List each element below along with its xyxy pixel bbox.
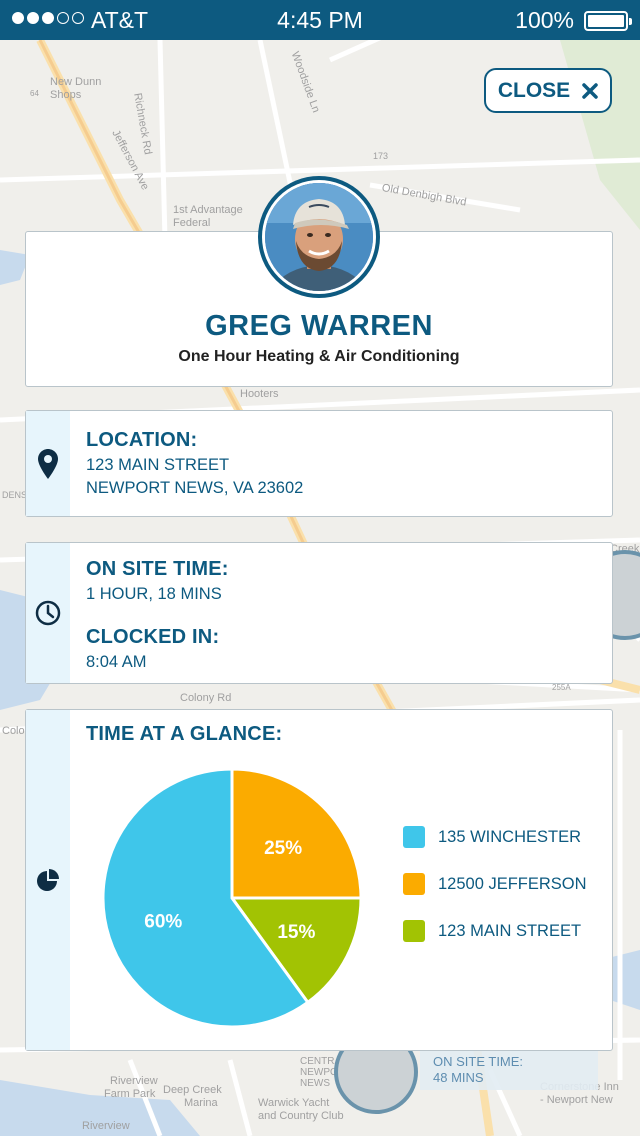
location-card-icon-strip xyxy=(26,411,70,516)
close-icon xyxy=(582,82,598,99)
legend-swatch xyxy=(403,873,425,895)
onsite-tag-value: 48 MINS xyxy=(433,1070,484,1085)
close-button-label: CLOSE xyxy=(497,78,571,102)
on-site-card-icon-strip xyxy=(26,543,70,683)
location-address-line1: 123 MAIN STREET xyxy=(86,456,230,474)
legend-item: 123 MAIN STREET xyxy=(403,920,581,942)
pie-chart-icon xyxy=(37,869,59,891)
location-heading: LOCATION: xyxy=(86,429,198,451)
legend-label: 12500 JEFFERSON xyxy=(438,874,587,893)
legend-label: 135 WINCHESTER xyxy=(438,827,582,846)
battery-icon xyxy=(584,11,632,31)
technician-name: GREG WARREN xyxy=(205,310,433,342)
legend-item: 12500 JEFFERSON xyxy=(403,873,587,895)
map-onsite-tag[interactable]: ON SITE TIME: 48 MINS xyxy=(420,1048,598,1090)
avatar xyxy=(258,176,380,298)
glance-card-icon-strip xyxy=(26,710,70,1050)
technician-company: One Hour Heating & Air Conditioning xyxy=(178,348,460,365)
legend-swatch xyxy=(403,920,425,942)
map-pin-icon xyxy=(38,448,58,479)
onsite-tag-heading: ON SITE TIME: xyxy=(433,1054,524,1069)
legend-swatch xyxy=(403,826,425,848)
battery-percentage: 100% xyxy=(515,7,574,33)
clocked-in-heading: CLOCKED IN: xyxy=(86,626,220,648)
clock-icon xyxy=(35,600,61,626)
glance-heading: TIME AT A GLANCE: xyxy=(86,723,283,745)
clocked-in-value: 8:04 AM xyxy=(86,653,147,671)
pie-slice-label: 25% xyxy=(264,838,302,859)
pie-slice-12500-jefferson xyxy=(230,767,363,900)
legend-item: 135 WINCHESTER xyxy=(403,826,581,848)
on-site-time-heading: ON SITE TIME: xyxy=(86,558,229,580)
time-at-a-glance-card: TIME AT A GLANCE: 25% 15% 60% 135 WINCHEST… xyxy=(25,709,613,1051)
location-address-line2: NEWPORT NEWS, VA 23602 xyxy=(86,479,304,497)
time-pie-chart: 25% 15% 60% xyxy=(101,767,363,1029)
legend-label: 123 MAIN STREET xyxy=(438,921,582,940)
avatar-photo xyxy=(265,183,373,291)
pie-slice-label: 60% xyxy=(144,911,182,932)
close-button[interactable]: CLOSE xyxy=(484,68,612,113)
on-site-time-value: 1 HOUR, 18 MINS xyxy=(86,585,222,603)
on-site-card: ON SITE TIME: 1 HOUR, 18 MINS CLOCKED IN… xyxy=(25,542,613,684)
pie-slice-label: 15% xyxy=(277,922,315,943)
location-card: LOCATION: 123 MAIN STREET NEWPORT NEWS, … xyxy=(25,410,613,517)
status-bar: AT&T 4:45 PM 100% xyxy=(0,0,640,40)
